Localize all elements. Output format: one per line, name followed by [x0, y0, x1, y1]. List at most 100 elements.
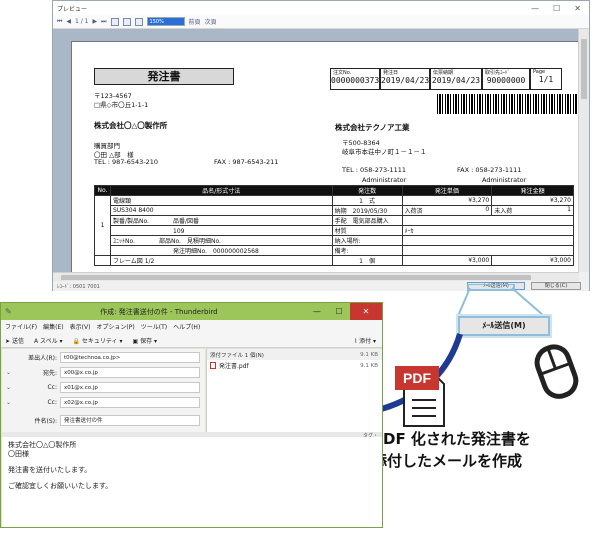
supplier-address: □県◇市〇丘1-1-1	[94, 101, 149, 109]
vertical-scrollbar[interactable]	[578, 29, 589, 272]
barcode-image	[437, 94, 579, 114]
supplier-fax: FAX : 987-6543-211	[214, 158, 279, 166]
chevron-down-icon[interactable]: ⌄	[6, 399, 11, 406]
cc-field-1[interactable]: x01@x.co.jp	[60, 382, 200, 393]
info-due-date: 伝票納期 2019/04/23	[430, 68, 482, 90]
menu-help[interactable]: ヘルプ(H)	[173, 322, 200, 331]
col-qty: 発注数	[331, 185, 403, 196]
buyer-address: 岐阜市本荘中ノ町１－１－１	[342, 148, 427, 156]
thunderbird-compose-window: ✎ 作成: 発注書送付の件 - Thunderbird — ☐ ✕ ファイル(F…	[0, 302, 383, 528]
table-row: ﾕﾆｯﾄNo. 部品No. 見積明細No. 納入場所:	[95, 235, 575, 246]
preview-window: プレビュー — ☐ ✕ ⏮ ◀ 1 / 1 ▶ ⏭ 150% 前頁 次頁 発注書…	[52, 0, 590, 291]
paperclip-icon: ⌇	[354, 337, 358, 345]
compose-title: 作成: 発注書送付の件 - Thunderbird	[100, 307, 218, 316]
attachment-header[interactable]: 添付ファイル 1 個(N) 9.1 KB	[207, 349, 382, 360]
preview-title: プレビュー	[57, 5, 88, 13]
buyer-tel: TEL : 058-273-1111	[342, 166, 407, 174]
menu-tools[interactable]: ツール(T)	[141, 322, 167, 331]
caption-line-1: PDF 化された発注書を	[372, 430, 531, 448]
menu-options[interactable]: オプション(P)	[96, 322, 134, 331]
supplier-company: 株式会社〇△〇製作所	[94, 121, 168, 130]
from-field[interactable]: t00@technoa.co.jp>	[60, 352, 200, 363]
subject-row: 件名(S): 発注書送付の件	[2, 414, 200, 427]
compose-headers: 差出人(R): t00@technoa.co.jp> ⌄ 宛先: x00@x.c…	[2, 349, 205, 432]
mouse-icon	[534, 344, 579, 399]
next-page-icon[interactable]: ▶	[93, 18, 98, 25]
table-row: 109 材質 ﾒｰｶ	[95, 225, 575, 236]
first-page-icon[interactable]: ⏮	[57, 18, 62, 26]
preview-titlebar: プレビュー — ☐ ✕	[53, 1, 589, 15]
close-window-button[interactable]: ✕	[574, 4, 581, 13]
col-no: No.	[94, 185, 111, 196]
chevron-down-icon[interactable]: ⌄	[6, 384, 11, 391]
buyer-fax: FAX : 058-273-1111	[457, 166, 522, 174]
preview-canvas: 発注書 注文No. 0000000373 発注日 2019/04/23 伝票納期 20…	[53, 29, 579, 272]
info-supplier-code: 取引先ｺｰﾄﾞ 90000000	[482, 68, 530, 90]
prev-page-icon[interactable]: ◀	[66, 18, 71, 25]
attachment-size: 9.1 KB	[360, 362, 378, 369]
document-title: 発注書	[94, 68, 234, 85]
chevron-down-icon[interactable]: ⌄	[6, 369, 11, 376]
message-body[interactable]: 株式会社〇△〇製作所 〇田様 発注書を送付いたします。 ご確認宜しくお願いいたし…	[2, 437, 382, 527]
minimize-button[interactable]: —	[531, 4, 539, 13]
last-page-icon[interactable]: ⏭	[101, 18, 106, 26]
info-order-date: 発注日 2019/04/23	[380, 68, 430, 90]
compose-menubar: ファイル(F) 編集(E) 表示(V) オプション(P) ツール(T) ヘルプ(…	[1, 320, 382, 333]
attach-button[interactable]: ⌇ 添付 ▾	[354, 336, 382, 345]
info-page: Page 1/1	[530, 68, 562, 90]
attachment-filename: 発注書.pdf	[219, 363, 249, 370]
vertical-scroll-thumb[interactable]	[581, 39, 587, 99]
send-button[interactable]: ➤ 送信	[5, 336, 24, 345]
compose-maximize-button[interactable]: ☐	[328, 307, 350, 316]
menu-view[interactable]: 表示(V)	[70, 322, 91, 331]
lock-icon: 🔒	[72, 337, 80, 345]
menu-file[interactable]: ファイル(F)	[5, 322, 37, 331]
col-price: 発注単価	[401, 185, 493, 196]
info-order-no: 注文No. 0000000373	[330, 68, 380, 90]
table-row: 発注明細No. 000000002568 備考:	[95, 245, 575, 256]
table-row: 製番/製品No. 品番/図番 手配 電気部品購入	[95, 215, 575, 226]
cc-field-2[interactable]: x02@x.co.jp	[60, 397, 200, 408]
compose-titlebar: ✎ 作成: 発注書送付の件 - Thunderbird — ☐ ✕	[1, 303, 382, 320]
col-amount: 発注金額	[491, 185, 574, 196]
buyer-staff-2: Administrator	[482, 176, 527, 184]
maximize-button[interactable]: ☐	[553, 4, 560, 13]
body-line: 発注書を送付いたします。	[8, 466, 92, 474]
subject-field[interactable]: 発注書送付の件	[60, 415, 200, 426]
attachment-pane: 添付ファイル 1 個(N) 9.1 KB 発注書.pdf 9.1 KB	[206, 349, 382, 432]
caption-text: PDF 化された発注書を 添付したメールを作成	[372, 428, 594, 472]
spell-icon: A	[33, 337, 39, 345]
body-line: ご確認宜しくお願いいたします。	[8, 482, 113, 490]
page-setup-icon[interactable]	[122, 17, 131, 26]
record-status: ﾚｺｰﾄﾞ: 0501 7001	[57, 283, 100, 290]
zoom-select[interactable]: 150%	[146, 17, 185, 26]
preview-toolbar: ⏮ ◀ 1 / 1 ▶ ⏭ 150% 前頁 次頁	[53, 15, 589, 29]
subject-label: 件名(S):	[34, 418, 57, 425]
save-button[interactable]: ▣ 保存 ▾	[132, 336, 157, 345]
compose-minimize-button[interactable]: —	[306, 307, 328, 316]
buyer-company: 株式会社テクノア工業	[335, 123, 410, 132]
attachment-item[interactable]: 発注書.pdf 9.1 KB	[207, 360, 382, 371]
order-document: 発注書 注文No. 0000000373 発注日 2019/04/23 伝票納期 20…	[71, 41, 579, 272]
col-name: 品名/形式寸法	[109, 185, 333, 196]
cc-row-2: ⌄ Cc: x02@x.co.jp	[2, 396, 200, 409]
print-icon[interactable]	[110, 17, 119, 26]
from-label: 差出人(R):	[28, 355, 57, 362]
menu-edit[interactable]: 編集(E)	[43, 322, 63, 331]
horizontal-scrollbar[interactable]	[53, 272, 579, 281]
supplier-tel: TEL : 987-6543-210	[94, 158, 159, 166]
horizontal-scroll-thumb[interactable]	[61, 275, 531, 280]
spell-button[interactable]: A スペル ▾	[34, 336, 63, 345]
order-table: No. 品名/形式寸法 発注数 発注単価 発注金額 1 電線類 1 式 ¥3,2…	[94, 185, 575, 266]
pdf-file-icon	[210, 362, 216, 369]
to-field[interactable]: x00@x.co.jp	[60, 367, 200, 378]
cc-row-1: ⌄ Cc: x01@x.co.jp	[2, 381, 200, 394]
caption-line-2: 添付したメールを作成	[372, 452, 523, 470]
export-icon[interactable]	[134, 17, 143, 26]
prev-button[interactable]: 前頁	[189, 17, 201, 26]
compose-close-button[interactable]: ✕	[350, 303, 382, 320]
body-line: 株式会社〇△〇製作所	[8, 441, 77, 449]
security-button[interactable]: 🔒 セキュリティ ▾	[73, 336, 123, 345]
next-button[interactable]: 次頁	[205, 17, 217, 26]
page-indicator: 1 / 1	[75, 18, 89, 25]
